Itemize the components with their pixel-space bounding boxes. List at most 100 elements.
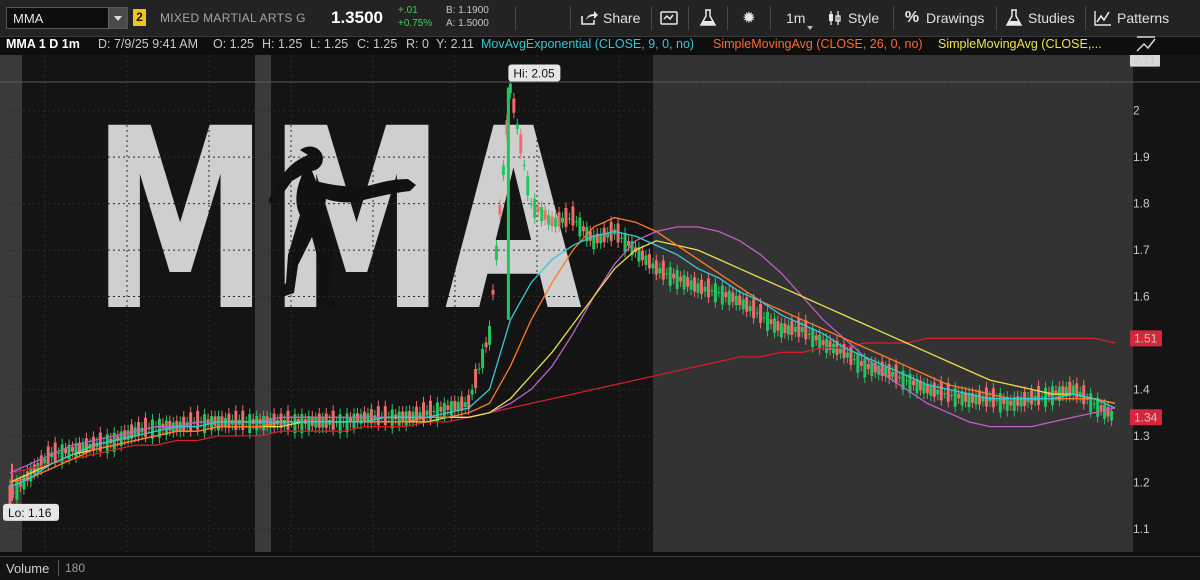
candle-body xyxy=(554,217,558,228)
candle-body xyxy=(1002,399,1006,404)
candle-body xyxy=(227,413,231,428)
candle-body xyxy=(220,416,224,426)
beaker-button[interactable] xyxy=(699,8,717,28)
bar-close: C: 1.25 xyxy=(357,37,398,51)
candle-body xyxy=(182,416,186,431)
candle-body xyxy=(1103,404,1107,419)
candle-body xyxy=(804,320,808,340)
lo-label: Lo: 1.16 xyxy=(8,506,52,520)
candle-body xyxy=(362,411,366,422)
candle-body xyxy=(887,364,891,379)
studies-menu[interactable]: Studies xyxy=(1005,8,1075,28)
candle-body xyxy=(911,380,915,386)
candle-body xyxy=(533,198,537,218)
study-label-sma26[interactable]: SimpleMovingAvg (CLOSE, 26, 0, no) xyxy=(713,37,923,51)
axis-tick-label: 2 xyxy=(1133,104,1140,118)
drawings-menu[interactable]: % Drawings xyxy=(903,8,984,28)
bar-range: R: 0 xyxy=(406,37,429,51)
candle-body xyxy=(526,176,530,196)
candle-body xyxy=(425,410,429,416)
share-button[interactable]: Share xyxy=(580,8,640,28)
candle-body xyxy=(731,292,735,302)
candle-body xyxy=(1044,387,1048,407)
flexible-grid-button[interactable] xyxy=(660,8,678,28)
axis-tick-label: 1.9 xyxy=(1133,150,1150,164)
style-menu[interactable]: Style xyxy=(827,8,879,28)
candle-body xyxy=(679,276,683,282)
symbol-input[interactable]: MMA xyxy=(6,7,128,29)
gear-icon: ✹ xyxy=(742,10,756,27)
volume-divider xyxy=(58,560,59,576)
candle-body xyxy=(501,165,505,176)
candle-body xyxy=(866,364,870,369)
candle-body xyxy=(686,277,690,287)
bar-high: H: 1.25 xyxy=(262,37,303,51)
bar-y-value: Y: 2.11 xyxy=(436,37,474,51)
style-label: Style xyxy=(848,10,880,26)
candle-body xyxy=(943,393,947,395)
candle-body xyxy=(1009,400,1013,406)
link-group-badge[interactable]: 2 xyxy=(133,9,146,26)
candle-body xyxy=(602,227,606,243)
candle-body xyxy=(772,318,776,333)
patterns-icon xyxy=(1094,11,1111,26)
candle-body xyxy=(484,342,488,348)
toolbar-divider xyxy=(651,6,652,30)
candle-body xyxy=(522,164,526,166)
candle-body xyxy=(60,444,64,464)
candle-body xyxy=(779,323,783,338)
candle-body xyxy=(783,323,787,333)
candle-body xyxy=(449,401,453,416)
toolbar-divider xyxy=(727,6,728,30)
candle-body xyxy=(647,254,651,269)
chart-info-bar: MMA 1 D 1m D: 7/9/25 9:41 AM O: 1.25 H: … xyxy=(0,37,1120,54)
candle-body xyxy=(699,279,703,294)
ask-price: A: 1.5000 xyxy=(446,18,489,29)
candle-body xyxy=(922,383,926,394)
candle-body xyxy=(1030,390,1034,405)
bar-low: L: 1.25 xyxy=(310,37,349,51)
settings-button[interactable]: ✹ xyxy=(740,8,758,28)
axis-tick-label: 1.8 xyxy=(1133,197,1150,211)
candle-body xyxy=(991,388,995,408)
axis-tick-label: 1.6 xyxy=(1133,290,1150,304)
toolbar-divider xyxy=(515,6,516,30)
candle-body xyxy=(929,386,933,396)
candle-body xyxy=(828,340,832,350)
timeframe-label: 1m xyxy=(786,10,806,26)
candle-body xyxy=(1089,393,1093,413)
symbol-dropdown-button[interactable] xyxy=(108,8,127,28)
candle-body xyxy=(474,368,478,388)
study-label-sma-other[interactable]: SimpleMovingAvg (CLOSE,... xyxy=(938,37,1102,51)
percent-icon: % xyxy=(904,9,920,26)
net-change: +.01 xyxy=(398,5,418,16)
candle-body xyxy=(150,419,154,439)
candle-body xyxy=(957,393,961,399)
price-chart[interactable]: MMA 2.1121.91.81.71.61.511.41.341.31.21.… xyxy=(0,55,1200,552)
chart-expand-icon[interactable] xyxy=(1135,35,1157,53)
candle-body xyxy=(762,317,766,319)
candle-body xyxy=(29,467,33,482)
candle-body xyxy=(390,409,394,429)
candle-body xyxy=(1037,386,1041,405)
candle-body xyxy=(891,371,895,377)
candle-body xyxy=(797,317,801,337)
study-label-ema[interactable]: MovAvgExponential (CLOSE, 9, 0, no) xyxy=(481,37,694,51)
candle-body xyxy=(693,277,697,292)
candle-body xyxy=(43,458,47,464)
candle-body xyxy=(578,217,582,237)
candle-body xyxy=(397,411,401,426)
candle-body xyxy=(408,410,412,421)
candle-body xyxy=(724,292,728,297)
timeframe-selector[interactable]: 1m xyxy=(786,8,814,30)
studies-label: Studies xyxy=(1028,10,1075,26)
bar-date: D: 7/9/25 9:41 AM xyxy=(98,37,199,51)
patterns-menu[interactable]: Patterns xyxy=(1094,8,1169,28)
candle-body xyxy=(488,325,492,345)
candle-body xyxy=(213,416,217,426)
candle-body xyxy=(814,335,818,341)
candle-body xyxy=(1082,385,1086,405)
candle-body xyxy=(1040,396,1044,398)
candle-body xyxy=(696,283,700,293)
candle-body xyxy=(286,410,290,430)
